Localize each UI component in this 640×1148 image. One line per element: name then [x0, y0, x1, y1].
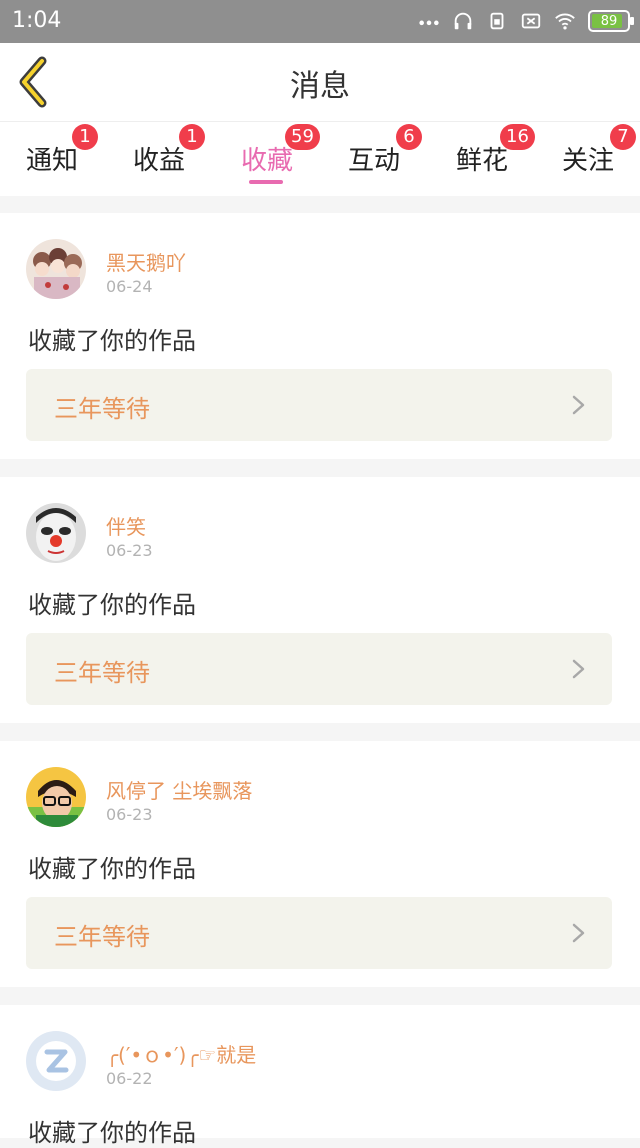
page-title: 消息 [290, 69, 350, 104]
message-date: 06-24 [106, 277, 153, 296]
anime-characters-avatar-icon [26, 239, 86, 299]
user-name[interactable]: ╭(′•ｏ•′)╭☞就是 [106, 1039, 256, 1068]
avatar[interactable] [26, 503, 86, 563]
work-title: 三年等待 [54, 923, 150, 951]
battery-level: 89 [600, 13, 618, 29]
clown-face-avatar-icon [26, 503, 86, 563]
work-title: 三年等待 [54, 395, 150, 423]
user-name[interactable]: 伴笑 [106, 511, 146, 540]
work-link[interactable]: 三年等待 [26, 897, 612, 969]
status-time: 1:04 [12, 8, 62, 33]
work-link[interactable]: 三年等待 [26, 633, 612, 705]
chevron-right-icon [572, 659, 585, 679]
tab-badge: 6 [396, 124, 422, 150]
message-card: 风停了 尘埃飘落 06-23 收藏了你的作品 三年等待 [0, 741, 640, 987]
avatar[interactable] [26, 767, 86, 827]
message-text: 收藏了你的作品 [28, 327, 196, 355]
tab-badge: 1 [72, 124, 98, 150]
message-date: 06-23 [106, 805, 153, 824]
message-card: ╭(′•ｏ•′)╭☞就是 06-22 收藏了你的作品 [0, 1005, 640, 1147]
message-card: 伴笑 06-23 收藏了你的作品 三年等待 [0, 477, 640, 723]
avatar[interactable] [26, 1031, 86, 1091]
user-name[interactable]: 风停了 尘埃飘落 [106, 775, 252, 804]
tab-label: 互动 [348, 146, 401, 176]
tab-badge: 59 [285, 124, 320, 150]
work-title: 三年等待 [54, 659, 150, 687]
more-dots-icon [419, 20, 439, 26]
chevron-right-icon [572, 395, 585, 415]
tab-label: 收益 [133, 146, 186, 176]
default-z-avatar-icon [26, 1031, 86, 1091]
avatar[interactable] [26, 239, 86, 299]
tab-badge: 16 [500, 124, 535, 150]
message-date: 06-23 [106, 541, 153, 560]
boy-glasses-avatar-icon [26, 767, 86, 827]
message-text: 收藏了你的作品 [28, 591, 196, 619]
message-date: 06-22 [106, 1069, 153, 1088]
tab-bar: 通知 1 收益 1 收藏 59 互动 6 鲜花 16 关注 7 [0, 121, 640, 196]
headphones-icon [454, 12, 472, 30]
no-sim-icon [521, 13, 541, 29]
chevron-right-icon [572, 923, 585, 943]
tab-label: 通知 [26, 146, 79, 176]
sim-card-icon [490, 12, 504, 30]
active-tab-indicator [249, 180, 283, 184]
status-icons: 89 [418, 10, 634, 32]
tab-label: 收藏 [241, 146, 294, 176]
message-text: 收藏了你的作品 [28, 1119, 196, 1147]
wifi-icon [555, 13, 575, 30]
message-text: 收藏了你的作品 [28, 855, 196, 883]
user-name[interactable]: 黑天鹅吖 [106, 247, 186, 276]
work-link[interactable]: 三年等待 [26, 369, 612, 441]
header: 消息 [0, 43, 640, 121]
battery-icon: 89 [588, 10, 634, 32]
tab-badge: 7 [610, 124, 636, 150]
tab-label: 关注 [562, 146, 615, 176]
message-card: 黑天鹅吖 06-24 收藏了你的作品 三年等待 [0, 213, 640, 459]
status-bar: 1:04 89 [0, 0, 640, 43]
tab-badge: 1 [179, 124, 205, 150]
tab-label: 鲜花 [456, 146, 509, 176]
